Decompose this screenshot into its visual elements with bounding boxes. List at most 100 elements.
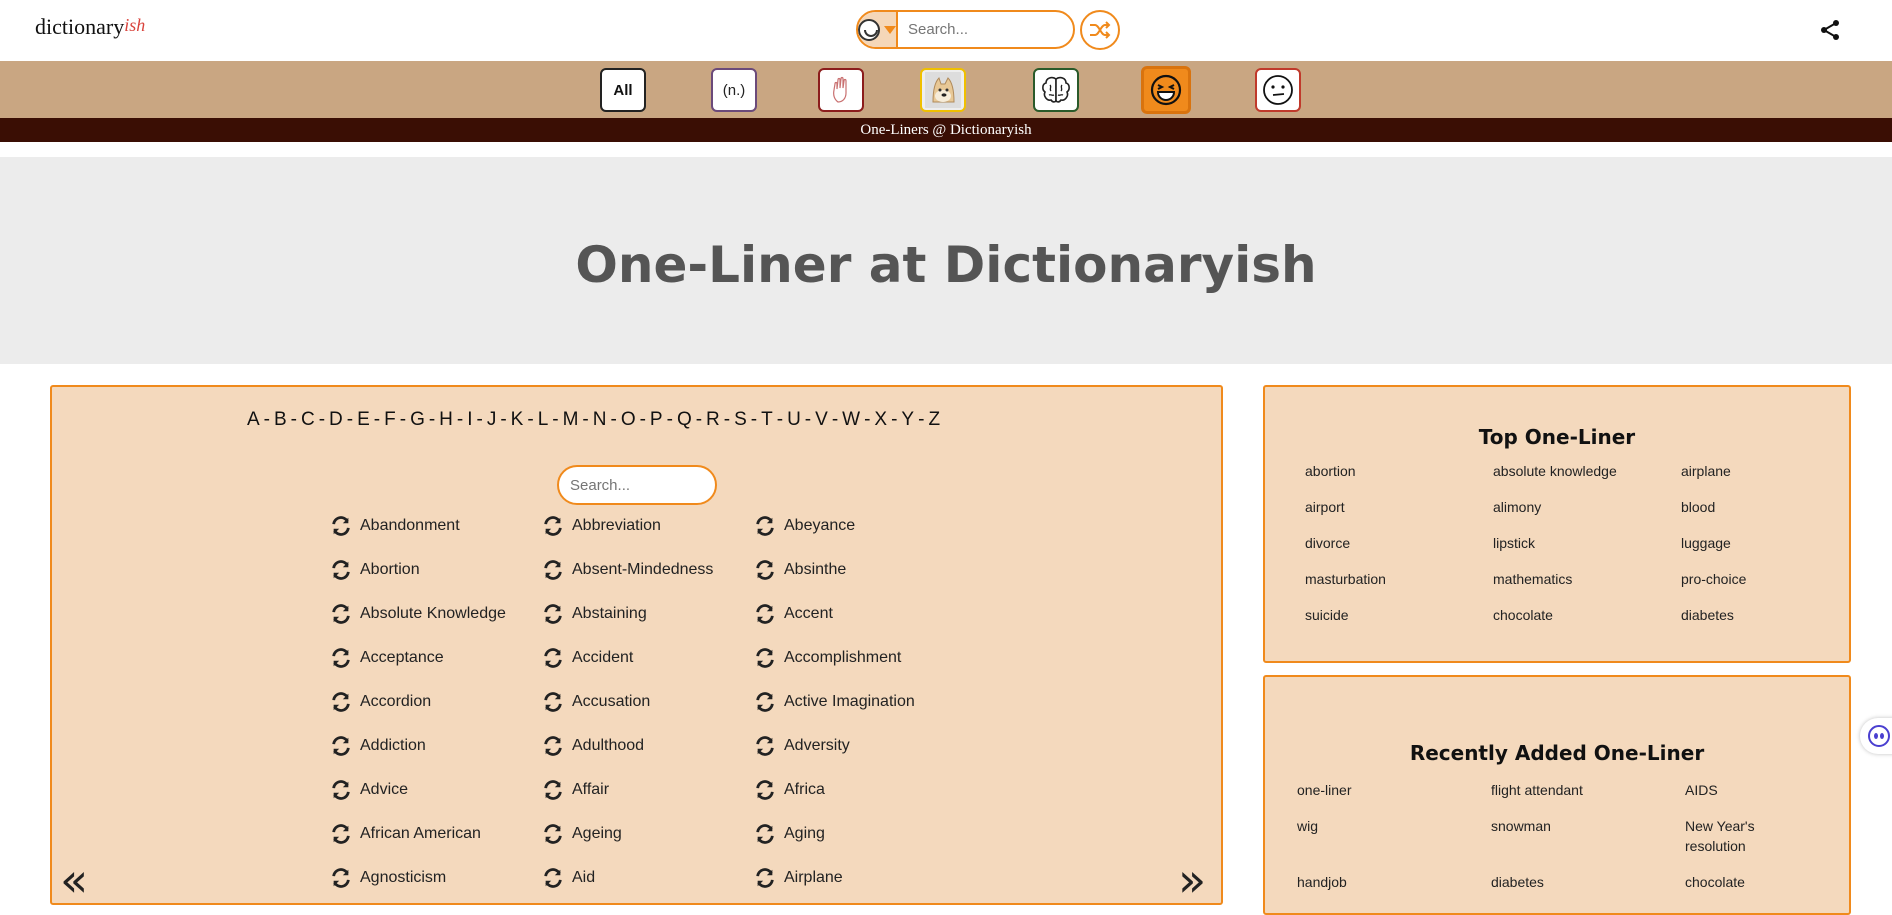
top-one-liner-link[interactable]: abortion bbox=[1305, 461, 1455, 481]
word-list-item[interactable]: Advice bbox=[330, 775, 408, 805]
alphabet-letter-k[interactable]: K bbox=[509, 409, 526, 430]
word-list-item[interactable]: Africa bbox=[754, 775, 825, 805]
word-search-input[interactable] bbox=[557, 465, 717, 505]
word-list-item[interactable]: Accent bbox=[754, 599, 833, 629]
top-one-liner-link[interactable]: divorce bbox=[1305, 533, 1455, 553]
word-list-item[interactable]: Adversity bbox=[754, 731, 850, 761]
alphabet-letter-b[interactable]: B bbox=[272, 409, 289, 430]
alphabet-letter-w[interactable]: W bbox=[840, 409, 862, 430]
alphabet-separator: - bbox=[500, 409, 507, 430]
top-one-liner-link[interactable]: chocolate bbox=[1493, 605, 1643, 625]
word-list-item[interactable]: Abortion bbox=[330, 555, 420, 585]
alphabet-letter-c[interactable]: C bbox=[299, 409, 317, 430]
alphabet-letter-d[interactable]: D bbox=[327, 409, 345, 430]
alphabet-letter-i[interactable]: I bbox=[465, 409, 474, 430]
alphabet-letter-u[interactable]: U bbox=[785, 409, 803, 430]
word-list-item[interactable]: Airplane bbox=[754, 863, 843, 893]
alphabet-letter-t[interactable]: T bbox=[759, 409, 775, 430]
top-one-liner-link[interactable]: luggage bbox=[1681, 533, 1831, 553]
word-list-item[interactable]: Abeyance bbox=[754, 511, 855, 541]
category-hand-button[interactable] bbox=[818, 68, 864, 112]
alphabet-letter-l[interactable]: L bbox=[536, 409, 551, 430]
word-list-item[interactable]: Aid bbox=[542, 863, 595, 893]
category-noun-button[interactable]: (n.) bbox=[711, 68, 757, 112]
category-meme-button[interactable] bbox=[920, 68, 966, 112]
site-logo[interactable]: dictionaryish bbox=[35, 14, 145, 40]
word-list-item[interactable]: Adulthood bbox=[542, 731, 644, 761]
word-list-item[interactable]: Ageing bbox=[542, 819, 622, 849]
word-list-item[interactable]: Accomplishment bbox=[754, 643, 901, 673]
alphabet-letter-n[interactable]: N bbox=[591, 409, 609, 430]
alphabet-letter-e[interactable]: E bbox=[355, 409, 372, 430]
shuffle-button[interactable] bbox=[1080, 10, 1120, 50]
alphabet-letter-z[interactable]: Z bbox=[926, 409, 942, 430]
top-one-liner-link[interactable]: lipstick bbox=[1493, 533, 1643, 553]
alphabet-letter-g[interactable]: G bbox=[408, 409, 427, 430]
top-one-liner-link[interactable]: airplane bbox=[1681, 461, 1831, 481]
word-list-item[interactable]: Accident bbox=[542, 643, 633, 673]
alphabet-letter-s[interactable]: S bbox=[732, 409, 749, 430]
alphabet-letter-y[interactable]: Y bbox=[899, 409, 916, 430]
alphabet-letter-x[interactable]: X bbox=[872, 409, 889, 430]
recent-one-liner-link[interactable]: wig bbox=[1297, 816, 1407, 836]
word-list-item[interactable]: Accordion bbox=[330, 687, 431, 717]
header-search-input[interactable] bbox=[898, 12, 1073, 47]
recent-one-liner-link[interactable]: chocolate bbox=[1685, 872, 1795, 892]
share-button[interactable] bbox=[1818, 18, 1844, 44]
word-list-item[interactable]: African American bbox=[330, 819, 481, 849]
category-all-button[interactable]: All bbox=[600, 68, 646, 112]
category-one-liner-button[interactable] bbox=[1141, 66, 1191, 114]
word-list-item[interactable]: Aging bbox=[754, 819, 825, 849]
top-one-liner-link[interactable]: pro-choice bbox=[1681, 569, 1831, 589]
alphabet-letter-o[interactable]: O bbox=[619, 409, 638, 430]
category-brain-button[interactable] bbox=[1033, 68, 1079, 112]
top-one-liner-link[interactable]: airport bbox=[1305, 497, 1455, 517]
refresh-icon bbox=[330, 647, 352, 669]
recent-one-liner-link[interactable]: New Year's resolution bbox=[1685, 816, 1795, 856]
recent-one-liner-link[interactable]: one-liner bbox=[1297, 780, 1407, 800]
alphabet-letter-q[interactable]: Q bbox=[675, 409, 694, 430]
word-list-item[interactable]: Agnosticism bbox=[330, 863, 446, 893]
alphabet-letter-h[interactable]: H bbox=[437, 409, 455, 430]
top-one-liner-link[interactable]: diabetes bbox=[1681, 605, 1831, 625]
word-list-item[interactable]: Absolute Knowledge bbox=[330, 599, 506, 629]
alphabet-letter-v[interactable]: V bbox=[813, 409, 830, 430]
recent-one-liner-link[interactable]: handjob bbox=[1297, 872, 1407, 892]
top-one-liner-link[interactable]: absolute knowledge bbox=[1493, 461, 1643, 481]
top-one-liner-link[interactable]: mathematics bbox=[1493, 569, 1643, 589]
word-list-item[interactable]: Active Imagination bbox=[754, 687, 915, 717]
word-list-item[interactable]: Affair bbox=[542, 775, 609, 805]
recent-one-liner-link[interactable]: flight attendant bbox=[1491, 780, 1601, 800]
top-one-liner-link[interactable]: masturbation bbox=[1305, 569, 1455, 589]
recent-one-liner-link[interactable]: diabetes bbox=[1491, 872, 1601, 892]
alphabet-letter-j[interactable]: J bbox=[485, 409, 499, 430]
chat-widget-button[interactable] bbox=[1860, 718, 1892, 754]
search-category-dropdown[interactable] bbox=[858, 12, 898, 47]
word-list-item[interactable]: Abstaining bbox=[542, 599, 647, 629]
previous-page-button[interactable]: « bbox=[60, 857, 88, 903]
alphabet-letter-r[interactable]: R bbox=[704, 409, 722, 430]
word-list-item[interactable]: Absinthe bbox=[754, 555, 846, 585]
top-one-liner-link[interactable]: blood bbox=[1681, 497, 1831, 517]
top-one-liner-link[interactable]: alimony bbox=[1493, 497, 1643, 517]
alphabet-letter-p[interactable]: P bbox=[648, 409, 665, 430]
word-list-item[interactable]: Acceptance bbox=[330, 643, 444, 673]
word-list-item[interactable]: Accusation bbox=[542, 687, 650, 717]
next-page-button[interactable]: » bbox=[1178, 857, 1206, 903]
recent-one-liner-link[interactable]: snowman bbox=[1491, 816, 1601, 836]
alphabet-separator: - bbox=[804, 409, 812, 430]
top-one-liner-link[interactable]: suicide bbox=[1305, 605, 1455, 625]
alphabet-letter-f[interactable]: F bbox=[382, 409, 398, 430]
word-list-item[interactable]: Abandonment bbox=[330, 511, 460, 541]
category-meh-button[interactable] bbox=[1255, 68, 1301, 112]
alphabet-separator: - bbox=[918, 409, 925, 430]
word-list-item[interactable]: Abbreviation bbox=[542, 511, 661, 541]
word-list-item[interactable]: Absent-Mindedness bbox=[542, 555, 713, 585]
refresh-icon bbox=[330, 867, 352, 889]
alphabet-letter-a[interactable]: A bbox=[245, 409, 262, 430]
recent-one-liner-link[interactable]: AIDS bbox=[1685, 780, 1795, 800]
section-subtitle-bar: One-Liners @ Dictionaryish bbox=[0, 118, 1892, 142]
alphabet-separator: - bbox=[318, 409, 326, 430]
alphabet-letter-m[interactable]: M bbox=[561, 409, 581, 430]
word-list-item[interactable]: Addiction bbox=[330, 731, 426, 761]
